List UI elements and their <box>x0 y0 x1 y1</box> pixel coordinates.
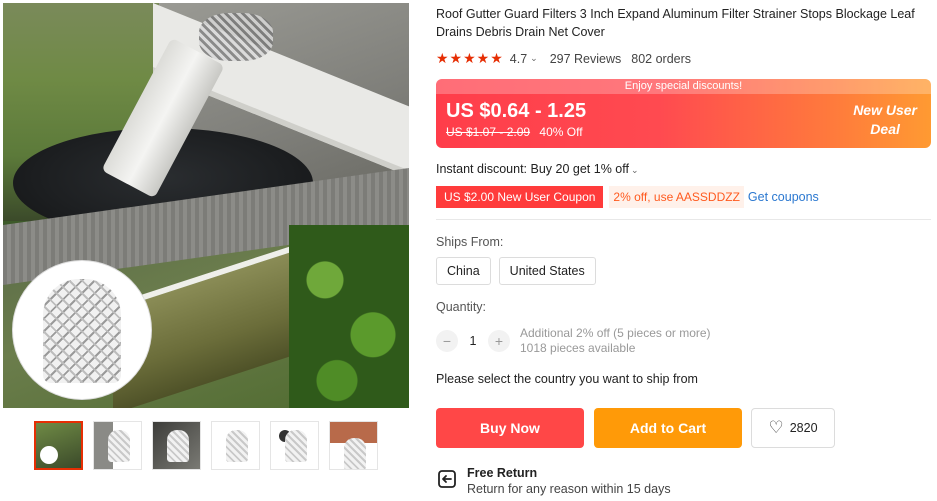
main-product-image[interactable] <box>3 3 409 408</box>
discount-percent: 40% Off <box>539 125 583 139</box>
thumbnail-5[interactable] <box>270 421 319 470</box>
star-rating-icon: ★★★★★ <box>436 50 504 66</box>
heart-icon: ♡ <box>768 418 784 437</box>
coupon-row: US $2.00 New User Coupon 2% off, use AAS… <box>436 186 819 208</box>
coupon-code[interactable]: 2% off, use AASSDDZZ <box>609 186 744 208</box>
current-price: US $0.64 - 1.25 <box>446 100 587 122</box>
get-coupons-link[interactable]: Get coupons <box>748 190 819 204</box>
ships-from-label: Ships From: <box>436 235 504 249</box>
thumbnail-1[interactable] <box>34 421 83 470</box>
quantity-label: Quantity: <box>436 300 487 314</box>
free-return-detail: Return for any reason within 15 days <box>467 482 671 496</box>
rating-score[interactable]: 4.7 <box>510 52 527 66</box>
thumbnail-3[interactable] <box>152 421 201 470</box>
photo-gutter-water <box>3 167 409 408</box>
quantity-value[interactable]: 1 <box>458 334 488 348</box>
new-user-deal-badge: New User Deal <box>853 102 917 137</box>
add-to-cart-button[interactable]: Add to Cart <box>594 408 742 448</box>
ship-option-united-states[interactable]: United States <box>498 257 596 285</box>
original-price: US $1.07 - 2.09 <box>446 125 531 139</box>
reviews-link[interactable]: 297 Reviews <box>550 52 622 66</box>
quantity-decrease-button[interactable]: − <box>436 330 458 352</box>
ship-option-china[interactable]: China <box>436 257 491 285</box>
ship-country-message: Please select the country you want to sh… <box>436 372 698 386</box>
price-box: Enjoy special discounts! US $0.64 - 1.25… <box>436 79 931 148</box>
buy-now-button[interactable]: Buy Now <box>436 408 584 448</box>
free-return: Free Return Return for any reason within… <box>436 466 671 497</box>
new-user-coupon[interactable]: US $2.00 New User Coupon <box>436 186 604 208</box>
wishlist-count: 2820 <box>789 421 818 435</box>
price-details: US $1.07 - 2.09 40% Off <box>446 125 583 139</box>
divider <box>436 219 931 220</box>
wishlist-button[interactable]: ♡ 2820 <box>751 408 835 448</box>
filter-closeup <box>13 261 151 399</box>
return-icon <box>436 468 458 490</box>
instant-discount[interactable]: Instant discount: Buy 20 get 1% off ⌄ <box>436 162 639 176</box>
orders-count: 802 orders <box>631 51 692 66</box>
thumbnail-2[interactable] <box>93 421 142 470</box>
chevron-down-icon[interactable]: ⌄ <box>530 53 538 64</box>
ships-from-options: China United States <box>436 257 596 285</box>
quantity-note: Additional 2% off (5 pieces or more) 101… <box>520 326 711 355</box>
thumbnail-6[interactable] <box>329 421 378 470</box>
thumbnail-strip <box>34 421 378 470</box>
free-return-title: Free Return <box>467 466 538 480</box>
product-title: Roof Gutter Guard Filters 3 Inch Expand … <box>436 7 915 39</box>
discount-banner: Enjoy special discounts! <box>436 79 931 94</box>
rating-row: ★★★★★ 4.7 ⌄ 297 Reviews 802 orders <box>436 50 691 67</box>
quantity-stepper: − 1 + Additional 2% off (5 pieces or mor… <box>436 326 711 356</box>
chevron-down-icon: ⌄ <box>630 165 639 175</box>
quantity-increase-button[interactable]: + <box>488 330 510 352</box>
thumbnail-4[interactable] <box>211 421 260 470</box>
